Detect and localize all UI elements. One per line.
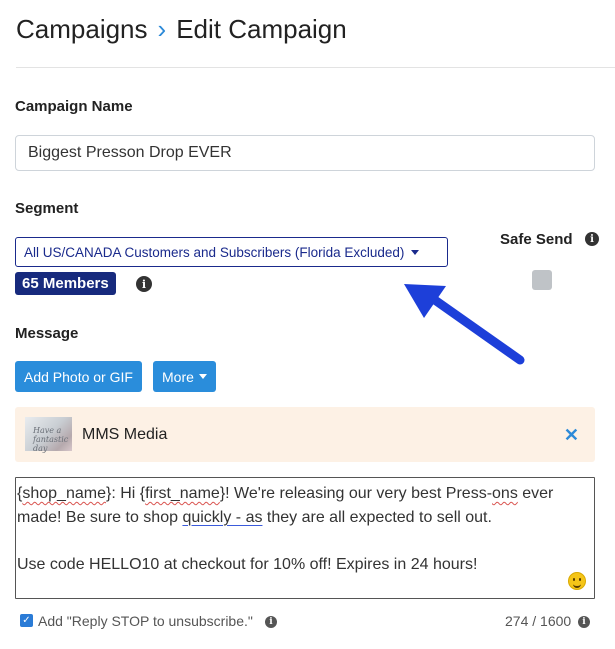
- safe-send-info-icon[interactable]: i: [585, 232, 599, 246]
- campaign-name-value: Biggest Presson Drop EVER: [28, 144, 232, 161]
- header-divider: [16, 67, 615, 68]
- segment-dropdown[interactable]: All US/CANADA Customers and Subscribers …: [15, 237, 448, 267]
- breadcrumb-campaigns-link[interactable]: Campaigns: [16, 14, 148, 45]
- message-label: Message: [15, 325, 79, 342]
- char-count-info-icon[interactable]: i: [578, 616, 590, 628]
- safe-send-label: Safe Send: [500, 231, 573, 248]
- media-thumbnail-text: Have a fantastic day: [33, 426, 69, 453]
- add-photo-button[interactable]: Add Photo or GIF: [15, 361, 142, 392]
- unsubscribe-label: Add "Reply STOP to unsubscribe.": [38, 613, 253, 629]
- breadcrumb: Campaigns › Edit Campaign: [16, 14, 347, 45]
- message-paragraph-1: {shop_name}: Hi {first_name}! We're rele…: [17, 485, 554, 526]
- members-info-icon[interactable]: i: [136, 276, 152, 292]
- media-thumbnail[interactable]: Have a fantastic day: [25, 417, 72, 453]
- segment-selected-value: All US/CANADA Customers and Subscribers …: [24, 244, 405, 260]
- campaign-name-input[interactable]: Biggest Presson Drop EVER: [15, 135, 595, 171]
- campaign-name-label: Campaign Name: [15, 98, 133, 115]
- message-textarea[interactable]: {shop_name}: Hi {first_name}! We're rele…: [15, 477, 595, 599]
- unsubscribe-checkbox[interactable]: ✓: [20, 614, 33, 627]
- message-paragraph-2: Use code HELLO10 at checkout for 10% off…: [17, 555, 478, 573]
- members-badge: 65 Members: [15, 272, 116, 295]
- character-count: 274 / 1600: [505, 613, 572, 629]
- more-button-label: More: [162, 368, 194, 385]
- mms-media-attachment: Have a fantastic day MMS Media ✕: [15, 407, 595, 462]
- close-icon[interactable]: ✕: [564, 425, 579, 446]
- segment-label: Segment: [15, 200, 79, 217]
- caret-down-icon: [411, 249, 420, 255]
- more-dropdown-button[interactable]: More: [153, 361, 216, 392]
- page-title: Edit Campaign: [176, 14, 347, 44]
- safe-send-toggle[interactable]: [532, 270, 552, 290]
- smiley-icon[interactable]: [568, 572, 586, 590]
- mms-media-label: MMS Media: [82, 426, 168, 443]
- caret-down-icon: [198, 374, 207, 379]
- unsubscribe-info-icon[interactable]: i: [265, 616, 277, 628]
- chevron-right-icon: ›: [157, 14, 167, 44]
